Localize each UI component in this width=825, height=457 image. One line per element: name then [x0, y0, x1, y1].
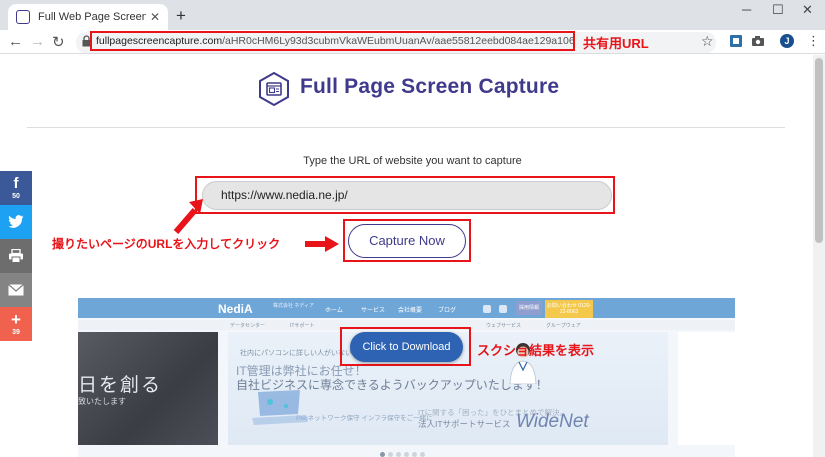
more-share-button[interactable]: + 39 — [0, 307, 32, 341]
reload-button[interactable]: ↻ — [52, 33, 65, 51]
preview-nav-item: 会社概要 — [398, 308, 423, 314]
preview-carousel-dots — [380, 444, 428, 457]
close-window-button[interactable]: ✕ — [802, 2, 813, 18]
print-icon — [9, 249, 23, 263]
site-logo-icon — [259, 72, 289, 106]
more-share-count: 39 — [12, 328, 20, 336]
capture-now-button[interactable]: Capture Now — [348, 224, 466, 258]
maximize-button[interactable]: ☐ — [772, 2, 784, 18]
twitter-share-button[interactable] — [0, 205, 32, 239]
plus-icon: + — [11, 309, 21, 329]
input-hint-annotation: 撮りたいページのURLを入力してクリック — [52, 237, 281, 251]
facebook-share-button[interactable]: f 50 — [0, 171, 32, 205]
browser-tab[interactable]: Full Web Page Screen Capture Onl ✕ — [8, 4, 168, 30]
carousel-dot — [420, 452, 425, 457]
url-text[interactable]: fullpagescreencapture.com/aHR0cHM6Ly93d3… — [90, 31, 575, 51]
facebook-share-count: 50 — [12, 192, 20, 200]
carousel-dot — [396, 452, 401, 457]
email-share-button[interactable] — [0, 273, 32, 307]
forward-button[interactable]: → — [30, 33, 45, 50]
profile-avatar[interactable]: J — [780, 34, 794, 48]
favicon-icon — [16, 10, 30, 24]
camera-icon[interactable] — [751, 34, 765, 48]
scrollbar-thumb[interactable] — [815, 58, 823, 243]
preview-logo: NediA — [218, 302, 253, 316]
preview-subnav-item: ITサポート — [290, 323, 315, 329]
preview-nav-item: ブログ — [438, 308, 457, 314]
twitter-icon — [8, 215, 24, 228]
preview-contact-button: お問い合わせ 0120-22-8063 — [545, 300, 593, 318]
click-to-download-button[interactable]: Click to Download — [350, 332, 463, 362]
print-share-button[interactable] — [0, 239, 32, 273]
preview-hero-image: 日を創る 致いたします — [78, 332, 218, 445]
arrow-right-icon — [305, 236, 339, 252]
carousel-dot — [404, 452, 409, 457]
preview-user-icon — [483, 305, 491, 313]
email-icon — [8, 284, 24, 296]
preview-banner-text: Peoネットワーク保守 インフラ保守をご一緒に — [296, 415, 433, 422]
tab-title: Full Web Page Screen Capture Onl — [38, 11, 146, 23]
preview-company: 株式会社 ネディア — [273, 303, 315, 309]
minimize-button[interactable]: ─ — [742, 2, 751, 17]
url-input[interactable]: https://www.nedia.ne.jp/ — [202, 181, 612, 210]
preview-hero-sub: 致いたします — [78, 397, 126, 406]
preview-banner-text: 法人ITサポートサービス — [418, 419, 511, 429]
preview-nav-item: サービス — [361, 308, 386, 314]
url-domain: fullpagescreencapture.com — [96, 35, 223, 47]
carousel-dot — [412, 452, 417, 457]
preview-right-panel — [678, 332, 735, 445]
back-button[interactable]: ← — [8, 33, 23, 50]
carousel-dot — [380, 452, 385, 457]
carousel-dot — [388, 452, 393, 457]
tab-strip: Full Web Page Screen Capture Onl ✕ + ─ ☐… — [0, 0, 825, 30]
preview-hero-headline: 日を創る — [78, 375, 163, 396]
browser-menu-icon[interactable]: ⋮ — [807, 34, 821, 48]
url-prompt-label: Type the URL of website you want to capt… — [303, 155, 522, 167]
capture-preview: NediA 株式会社 ネディア ホーム サービス 会社概要 ブログ 採用情報 お… — [78, 298, 735, 457]
preview-banner-brand: WideNet — [516, 411, 589, 432]
header-divider — [27, 127, 785, 128]
facebook-icon: f — [13, 174, 19, 192]
arrow-up-right-icon — [173, 199, 203, 234]
bookmark-star-icon[interactable]: ☆ — [701, 34, 715, 48]
preview-nav-item: ホーム — [325, 308, 343, 314]
page-title: Full Page Screen Capture — [300, 75, 560, 98]
preview-subnav-item: ウェブサービス — [486, 323, 522, 329]
share-url-annotation: 共有用URL — [583, 36, 649, 51]
preview-subnav-item: グループウェア — [546, 323, 581, 329]
new-tab-button[interactable]: + — [176, 6, 186, 26]
preview-subnav-item: データセンター — [230, 323, 266, 329]
preview-banner-text: 社内にパソコンに詳しい人がいない — [240, 350, 352, 357]
preview-laptop-image — [252, 390, 308, 425]
url-path: /aHR0cHM6Ly93d3cubmVkaWEubmUuanAv/aae558… — [222, 35, 575, 47]
preview-recruit-button: 採用情報 — [516, 301, 542, 315]
preview-search-icon — [499, 305, 507, 313]
tab-close-icon[interactable]: ✕ — [150, 10, 160, 24]
extension-capture-icon[interactable] — [729, 34, 743, 48]
result-hint-annotation: スクショ結果を表示 — [477, 343, 595, 358]
